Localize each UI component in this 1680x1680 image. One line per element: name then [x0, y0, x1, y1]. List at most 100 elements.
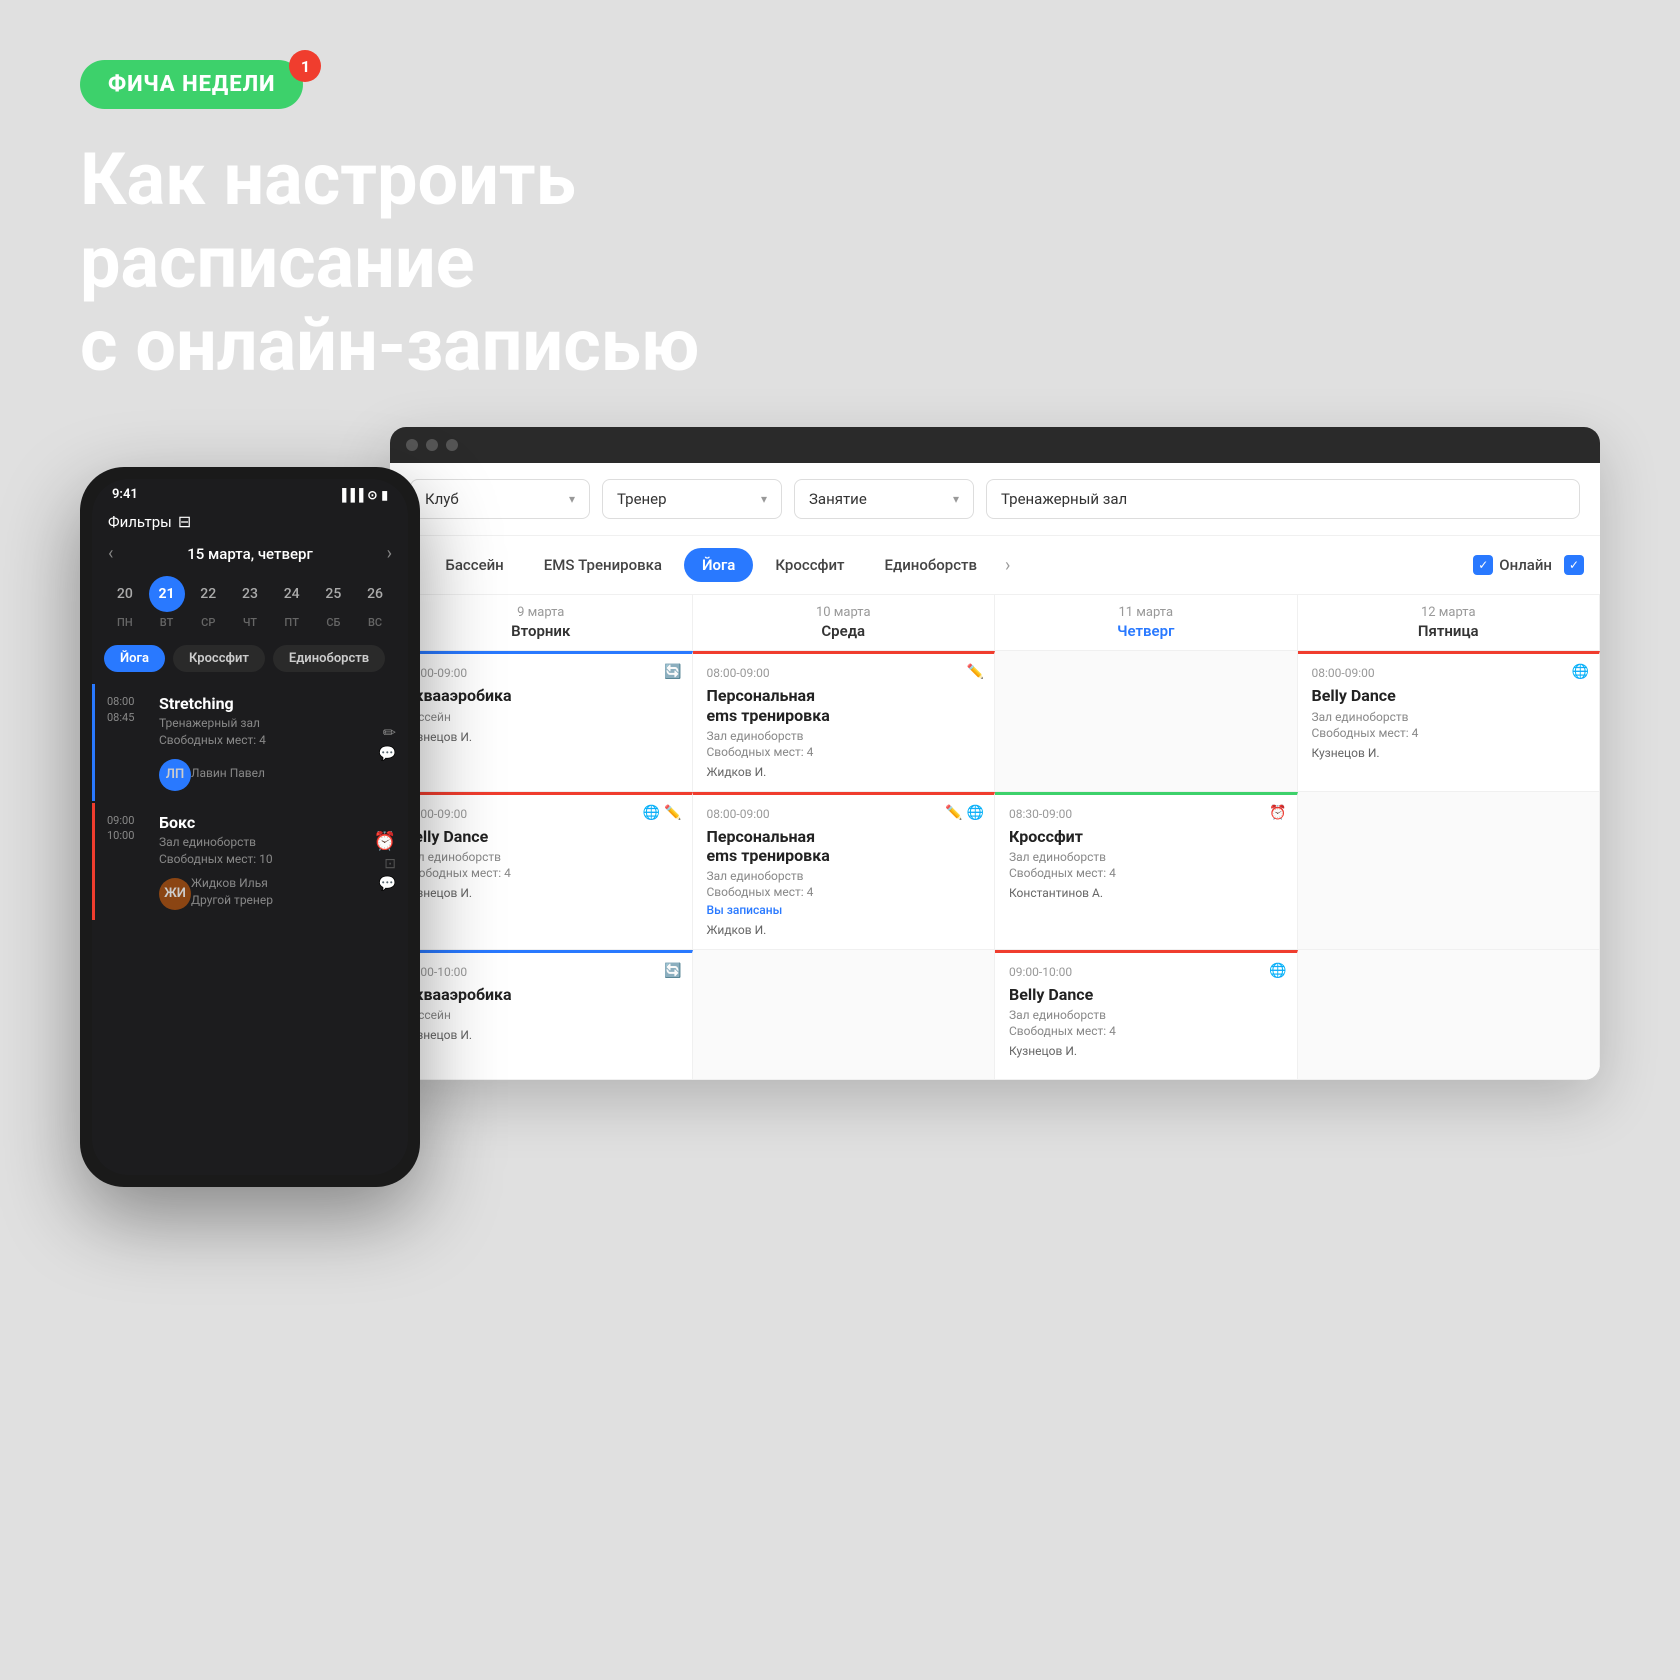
filter-trainer[interactable]: Тренер ▾	[602, 479, 782, 519]
cal-date-3[interactable]: 23	[232, 576, 268, 612]
desktop-schedule: Клуб ▾ Тренер ▾ Занятие ▾ Тренажерный за…	[390, 427, 1600, 1080]
phone-schedule-item-1: 08:0008:45 Stretching Тренажерный зал Св…	[92, 684, 408, 801]
chat-icon[interactable]: 💬	[379, 746, 396, 762]
cell-1-3	[1298, 792, 1601, 950]
window-dot-1	[406, 439, 418, 451]
online-icon-2: 🌐	[643, 805, 660, 821]
online-checkbox[interactable]: ✓	[1473, 555, 1493, 575]
badge-wrapper: ФИЧА НЕДЕЛИ 1	[80, 60, 303, 109]
cell-2-2-title: Belly Dance	[1009, 985, 1283, 1004]
pencil-icon-3: ✏️	[945, 805, 962, 821]
tab-yoga[interactable]: Йога	[684, 548, 753, 582]
filter-sliders-icon: ⊟	[178, 512, 191, 531]
cal-date-5[interactable]: 25	[315, 576, 351, 612]
phone-schedule-item-2: 09:0010:00 Бокс Зал единоборств Свободны…	[92, 803, 408, 920]
cell-0-0-icons: 🔄	[664, 664, 681, 680]
filter-gym[interactable]: Тренажерный зал	[986, 479, 1580, 519]
col-1-day: Среда	[709, 622, 979, 640]
item1-time: 08:0008:45	[107, 694, 151, 791]
online-icon-4: 🌐	[1269, 963, 1286, 979]
content-area: 9:41 ▐▐▐ ⊙ ▮ Фильтры ⊟	[0, 427, 1680, 1247]
cell-1-0-location: Зал единоборств	[404, 850, 678, 864]
cell-0-3-location: Зал единоборств	[1312, 710, 1586, 724]
tabs-next-arrow[interactable]: ›	[999, 551, 1016, 580]
col-2-date: 11 марта	[1011, 605, 1281, 620]
phone-date: 15 марта, четверг	[187, 545, 313, 563]
window-dot-2	[426, 439, 438, 451]
pencil-icon: ✏️	[967, 664, 984, 680]
cell-1-1-location: Зал единоборств	[707, 869, 981, 883]
col-0-day: Вторник	[406, 622, 676, 640]
cal-date-0[interactable]: 20	[107, 576, 143, 612]
cal-date-2[interactable]: 22	[190, 576, 226, 612]
phone-screen: 9:41 ▐▐▐ ⊙ ▮ Фильтры ⊟	[92, 479, 408, 1175]
cell-2-0[interactable]: 🔄 09:00-10:00 Аквааэробика Бассейн Кузне…	[390, 950, 693, 1080]
cell-2-0-icons: 🔄	[664, 963, 681, 979]
chevron-down-icon: ▾	[569, 492, 575, 506]
phone-tags: Йога Кроссфит Единоборств	[92, 637, 408, 680]
headline: Как настроить расписаниес онлайн-записью	[80, 139, 980, 387]
item1-content: Stretching Тренажерный зал Свободных мес…	[159, 694, 379, 791]
chat2-icon[interactable]: 💬	[379, 876, 396, 892]
cell-0-3-trainer: Кузнецов И.	[1312, 746, 1586, 760]
cell-2-0-location: Бассейн	[404, 1008, 678, 1022]
cell-2-2-trainer: Кузнецов И.	[1009, 1044, 1283, 1058]
cal-date-4[interactable]: 24	[274, 576, 310, 612]
tag-martial[interactable]: Единоборств	[273, 645, 385, 672]
tag-yoga[interactable]: Йога	[104, 645, 165, 672]
online-icon-3: 🌐	[967, 805, 984, 821]
block-icon[interactable]: ⊡	[384, 856, 396, 872]
edit-icon[interactable]: ✏	[383, 723, 396, 742]
sync-icon-2: 🔄	[664, 963, 681, 979]
pencil-icon-2: ✏️	[664, 805, 681, 821]
item1-actions: ✏ 💬	[379, 694, 396, 791]
cell-2-2-spots: Свободных мест: 4	[1009, 1024, 1283, 1038]
cell-0-1-icons: ✏️	[967, 664, 984, 680]
cell-0-0[interactable]: 🔄 08:00-09:00 Аквааэробика Бассейн Кузне…	[390, 651, 693, 791]
cell-0-3[interactable]: 🌐 08:00-09:00 Belly Dance Зал единоборст…	[1298, 651, 1601, 791]
item2-trainer-sub: Другой тренер	[191, 892, 273, 909]
tab-pool[interactable]: Бассейн	[427, 548, 521, 582]
cal-date-1[interactable]: 21	[149, 576, 185, 612]
online-toggle[interactable]: ✓ Онлайн	[1473, 555, 1552, 575]
online-label: Онлайн	[1499, 556, 1552, 574]
cell-1-2[interactable]: ⏰ 08:30-09:00 Кроссфит Зал единоборств С…	[995, 792, 1298, 950]
cell-2-2-icons: 🌐	[1269, 963, 1286, 979]
col-header-2: 11 марта Четверг	[995, 595, 1298, 651]
cell-2-2[interactable]: 🌐 09:00-10:00 Belly Dance Зал единоборст…	[995, 950, 1298, 1080]
col-0-date: 9 марта	[406, 605, 676, 620]
cell-1-0-trainer: Кузнецов И.	[404, 886, 678, 900]
item2-trainer: Жидков Илья	[191, 875, 273, 892]
filters-button[interactable]: Фильтры ⊟	[108, 512, 191, 531]
phone-date-nav: ‹ 15 марта, четверг ›	[92, 539, 408, 572]
col-header-1: 10 марта Среда	[693, 595, 996, 651]
item1-avatar: ЛП	[159, 759, 191, 791]
tag-crossfit[interactable]: Кроссфит	[173, 645, 265, 672]
cal-day-fri: ПТ	[274, 616, 310, 629]
cal-date-6[interactable]: 26	[357, 576, 393, 612]
tab-martial[interactable]: Единоборств	[867, 548, 996, 582]
wifi-icon: ⊙	[367, 488, 377, 502]
cell-1-1[interactable]: ✏️ 🌐 08:00-09:00 Персональнаяems трениро…	[693, 792, 996, 950]
cal-day-mon: ПН	[107, 616, 143, 629]
cell-0-2	[995, 651, 1298, 791]
prev-date-arrow[interactable]: ‹	[108, 543, 113, 564]
filter-activity[interactable]: Занятие ▾	[794, 479, 974, 519]
feature-badge: ФИЧА НЕДЕЛИ	[80, 60, 303, 109]
col-3-date: 12 марта	[1314, 605, 1584, 620]
col-header-0: 9 марта Вторник	[390, 595, 693, 651]
phone-status-icons: ▐▐▐ ⊙ ▮	[338, 488, 388, 502]
cell-2-3	[1298, 950, 1601, 1080]
online-checkbox-2[interactable]: ✓	[1564, 555, 1584, 575]
tab-ems[interactable]: EMS Тренировка	[526, 548, 680, 582]
clock-icon[interactable]: ⏰	[374, 831, 396, 852]
item2-location: Зал единоборств	[159, 834, 374, 851]
filter-club[interactable]: Клуб ▾	[410, 479, 590, 519]
tab-crossfit[interactable]: Кроссфит	[757, 548, 862, 582]
next-date-arrow[interactable]: ›	[387, 543, 392, 564]
cell-0-1[interactable]: ✏️ 08:00-09:00 Персональнаяems тренировк…	[693, 651, 996, 791]
cell-1-0[interactable]: 🌐 ✏️ 08:00-09:00 Belly Dance Зал единобо…	[390, 792, 693, 950]
phone-calendar: 20 21 22 23 24 25 26 ПН ВТ СР ЧТ	[92, 572, 408, 637]
online-toggle-2[interactable]: ✓	[1564, 555, 1584, 575]
col-1-date: 10 марта	[709, 605, 979, 620]
